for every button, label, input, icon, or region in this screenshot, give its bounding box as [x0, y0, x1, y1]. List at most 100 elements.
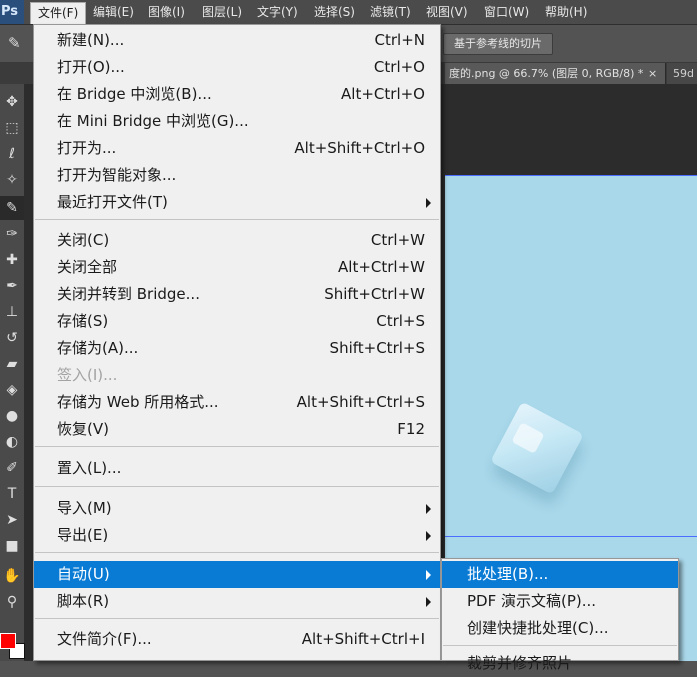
- submenu-arrow-icon: [426, 198, 431, 208]
- menu-layer[interactable]: 图层(L): [195, 2, 249, 22]
- menu-separator: [35, 552, 439, 553]
- menu-item-shortcut: Ctrl+O: [373, 58, 425, 76]
- submenu-arrow-icon: [426, 570, 431, 580]
- menu-item-shortcut: Alt+Ctrl+O: [341, 85, 425, 103]
- menu-type[interactable]: 文字(Y): [250, 2, 305, 22]
- document-tab-label: 度的.png @ 66.7% (图层 0, RGB/8) *: [449, 67, 644, 80]
- menu-item-save-for-web[interactable]: 存储为 Web 所用格式... Alt+Shift+Ctrl+S: [34, 389, 440, 416]
- photoshop-logo: Ps: [0, 0, 24, 24]
- menu-separator: [35, 446, 439, 447]
- menu-separator: [35, 618, 439, 619]
- menu-item-label: 关闭并转到 Bridge...: [57, 285, 200, 303]
- submenu-arrow-icon: [426, 504, 431, 514]
- stamp-tool-icon[interactable]: ⊥: [0, 300, 24, 324]
- eraser-tool-icon[interactable]: ▰: [0, 352, 24, 376]
- menu-item-label: 存储为(A)...: [57, 339, 139, 357]
- blur-tool-icon[interactable]: ●: [0, 404, 24, 428]
- menu-view[interactable]: 视图(V): [419, 2, 475, 22]
- marquee-tool-icon[interactable]: ⬚: [0, 116, 24, 140]
- menu-item-close-go-bridge[interactable]: 关闭并转到 Bridge... Shift+Ctrl+W: [34, 281, 440, 308]
- menu-item-browse-bridge[interactable]: 在 Bridge 中浏览(B)... Alt+Ctrl+O: [34, 81, 440, 108]
- menu-item-label: 存储(S): [57, 312, 109, 330]
- hand-tool-icon[interactable]: ✋: [0, 564, 24, 588]
- menu-file[interactable]: 文件(F): [30, 2, 87, 24]
- slice-tool-icon[interactable]: ✎: [0, 196, 24, 220]
- menu-item-label: 在 Mini Bridge 中浏览(G)...: [57, 112, 249, 130]
- magic-wand-tool-icon[interactable]: ✧: [0, 168, 24, 192]
- path-selection-tool-icon[interactable]: ➤: [0, 508, 24, 532]
- menu-item-label: 自动(U): [57, 565, 110, 583]
- menu-item-label: 新建(N)...: [57, 31, 125, 49]
- guide-line: [445, 175, 697, 176]
- menu-item-shortcut: Shift+Ctrl+W: [324, 285, 425, 303]
- history-brush-tool-icon[interactable]: ↺: [0, 326, 24, 350]
- menu-filter[interactable]: 滤镜(T): [363, 2, 418, 22]
- menu-separator: [35, 219, 439, 220]
- document-tab-active[interactable]: 度的.png @ 66.7% (图层 0, RGB/8) *: [445, 63, 666, 84]
- menu-separator: [35, 486, 439, 487]
- menu-item-open-as[interactable]: 打开为... Alt+Shift+Ctrl+O: [34, 135, 440, 162]
- pen-tool-icon[interactable]: ✐: [0, 456, 24, 480]
- brush-tool-icon[interactable]: ✒: [0, 274, 24, 298]
- menu-item-file-info[interactable]: 文件简介(F)... Alt+Shift+Ctrl+I: [34, 626, 440, 653]
- menu-item-shortcut: Alt+Shift+Ctrl+O: [294, 139, 425, 157]
- menu-item-label: 创建快捷批处理(C)...: [467, 619, 609, 637]
- tab-close-icon[interactable]: ×: [648, 63, 662, 84]
- slice-tool-icon[interactable]: ✎: [8, 33, 28, 53]
- menu-item-label: PDF 演示文稿(P)...: [467, 592, 597, 610]
- menu-item-open[interactable]: 打开(O)... Ctrl+O: [34, 54, 440, 81]
- menu-item-label: 关闭(C): [57, 231, 110, 249]
- menu-image[interactable]: 图像(I): [141, 2, 192, 22]
- menu-help[interactable]: 帮助(H): [538, 2, 594, 22]
- menu-item-automate[interactable]: 自动(U): [34, 561, 440, 588]
- menu-select[interactable]: 选择(S): [307, 2, 362, 22]
- submenu-item-crop-straighten[interactable]: 裁剪并修齐照片: [442, 650, 678, 677]
- menu-item-close-all[interactable]: 关闭全部 Alt+Ctrl+W: [34, 254, 440, 281]
- zoom-tool-icon[interactable]: ⚲: [0, 590, 24, 614]
- healing-tool-icon[interactable]: ✚: [0, 248, 24, 272]
- menu-item-close[interactable]: 关闭(C) Ctrl+W: [34, 227, 440, 254]
- menu-item-label: 关闭全部: [57, 258, 118, 276]
- menu-item-label: 签入(I)...: [57, 366, 118, 384]
- menu-window[interactable]: 窗口(W): [477, 2, 536, 22]
- menu-item-label: 在 Bridge 中浏览(B)...: [57, 85, 212, 103]
- foreground-color-swatch[interactable]: [0, 633, 16, 649]
- menu-item-new[interactable]: 新建(N)... Ctrl+N: [34, 27, 440, 54]
- menu-item-export[interactable]: 导出(E): [34, 522, 440, 549]
- eyedropper-tool-icon[interactable]: ✑: [0, 222, 24, 246]
- document-tab-second[interactable]: 59d: [667, 63, 697, 84]
- menu-separator: [443, 645, 677, 646]
- menu-item-shortcut: Shift+Ctrl+S: [329, 339, 425, 357]
- menu-item-import[interactable]: 导入(M): [34, 495, 440, 522]
- menu-item-browse-mini-bridge[interactable]: 在 Mini Bridge 中浏览(G)...: [34, 108, 440, 135]
- menu-item-save[interactable]: 存储(S) Ctrl+S: [34, 308, 440, 335]
- menu-item-label: 导入(M): [57, 499, 112, 517]
- dodge-tool-icon[interactable]: ◐: [0, 430, 24, 454]
- menu-item-label: 脚本(R): [57, 592, 110, 610]
- paint-bucket-tool-icon[interactable]: ◈: [0, 378, 24, 402]
- menu-item-revert[interactable]: 恢复(V) F12: [34, 416, 440, 443]
- guide-line: [445, 536, 697, 537]
- type-tool-icon[interactable]: T: [0, 482, 24, 506]
- file-menu-dropdown: 新建(N)... Ctrl+N 打开(O)... Ctrl+O 在 Bridge 中…: [33, 24, 441, 661]
- menu-edit[interactable]: 编辑(E): [86, 2, 141, 22]
- submenu-item-batch[interactable]: 批处理(B)...: [442, 561, 678, 588]
- menu-item-shortcut: Alt+Shift+Ctrl+I: [301, 630, 425, 648]
- guide-slice-button[interactable]: 基于参考线的切片: [443, 33, 553, 55]
- menu-item-recent-files[interactable]: 最近打开文件(T): [34, 189, 440, 216]
- submenu-item-create-droplet[interactable]: 创建快捷批处理(C)...: [442, 615, 678, 642]
- menu-item-label: 批处理(B)...: [467, 565, 549, 583]
- submenu-item-pdf-presentation[interactable]: PDF 演示文稿(P)...: [442, 588, 678, 615]
- move-tool-icon[interactable]: ✥: [0, 90, 24, 114]
- shape-tool-icon[interactable]: ■: [0, 534, 24, 558]
- menu-item-scripts[interactable]: 脚本(R): [34, 588, 440, 615]
- menu-item-label: 最近打开文件(T): [57, 193, 168, 211]
- menu-item-save-as[interactable]: 存储为(A)... Shift+Ctrl+S: [34, 335, 440, 362]
- menu-item-shortcut: Ctrl+N: [374, 31, 425, 49]
- menu-item-shortcut: Alt+Shift+Ctrl+S: [296, 393, 425, 411]
- menu-item-label: 打开为智能对象...: [57, 166, 177, 184]
- menu-item-label: 裁剪并修齐照片: [467, 654, 573, 672]
- lasso-tool-icon[interactable]: ℓ: [0, 142, 24, 166]
- menu-item-open-smart-object[interactable]: 打开为智能对象...: [34, 162, 440, 189]
- menu-item-place[interactable]: 置入(L)...: [34, 455, 440, 482]
